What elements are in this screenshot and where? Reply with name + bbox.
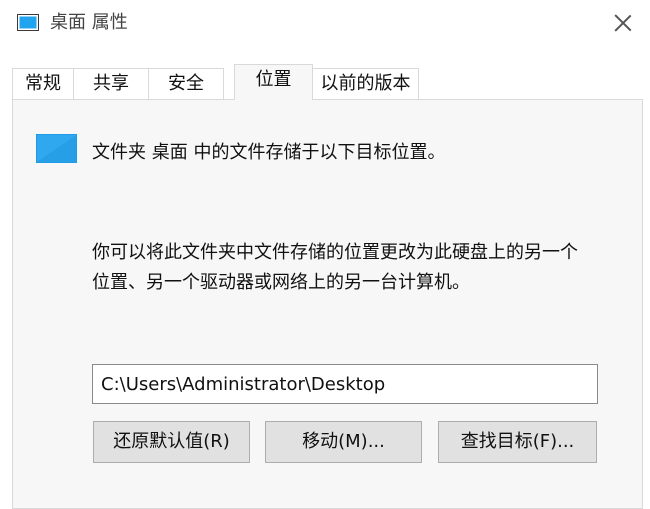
tab-sharing[interactable]: 共享	[73, 68, 149, 99]
tab-previous-versions[interactable]: 以前的版本	[312, 68, 419, 99]
move-button[interactable]: 移动(M)...	[265, 421, 422, 463]
tab-location[interactable]: 位置	[234, 64, 313, 100]
restore-default-button[interactable]: 还原默认值(R)	[93, 421, 250, 463]
location-path-input[interactable]	[92, 364, 598, 404]
folder-icon	[17, 14, 39, 31]
close-icon[interactable]	[606, 6, 640, 40]
find-target-button[interactable]: 查找目标(F)...	[438, 421, 597, 463]
window-title: 桌面 属性	[50, 12, 128, 33]
location-info-text: 文件夹 桌面 中的文件存储于以下目标位置。	[92, 142, 446, 163]
tab-general[interactable]: 常规	[12, 68, 74, 99]
folder-icon	[36, 134, 77, 163]
description-line-2: 位置、另一个驱动器或网络上的另一台计算机。	[92, 272, 470, 293]
tab-security[interactable]: 安全	[148, 68, 224, 99]
title-bar: 桌面 属性	[0, 0, 650, 46]
location-description: 你可以将此文件夹中文件存储的位置更改为此硬盘上的另一个 位置、另一个驱动器或网络…	[92, 238, 632, 298]
description-line-1: 你可以将此文件夹中文件存储的位置更改为此硬盘上的另一个	[92, 242, 578, 263]
